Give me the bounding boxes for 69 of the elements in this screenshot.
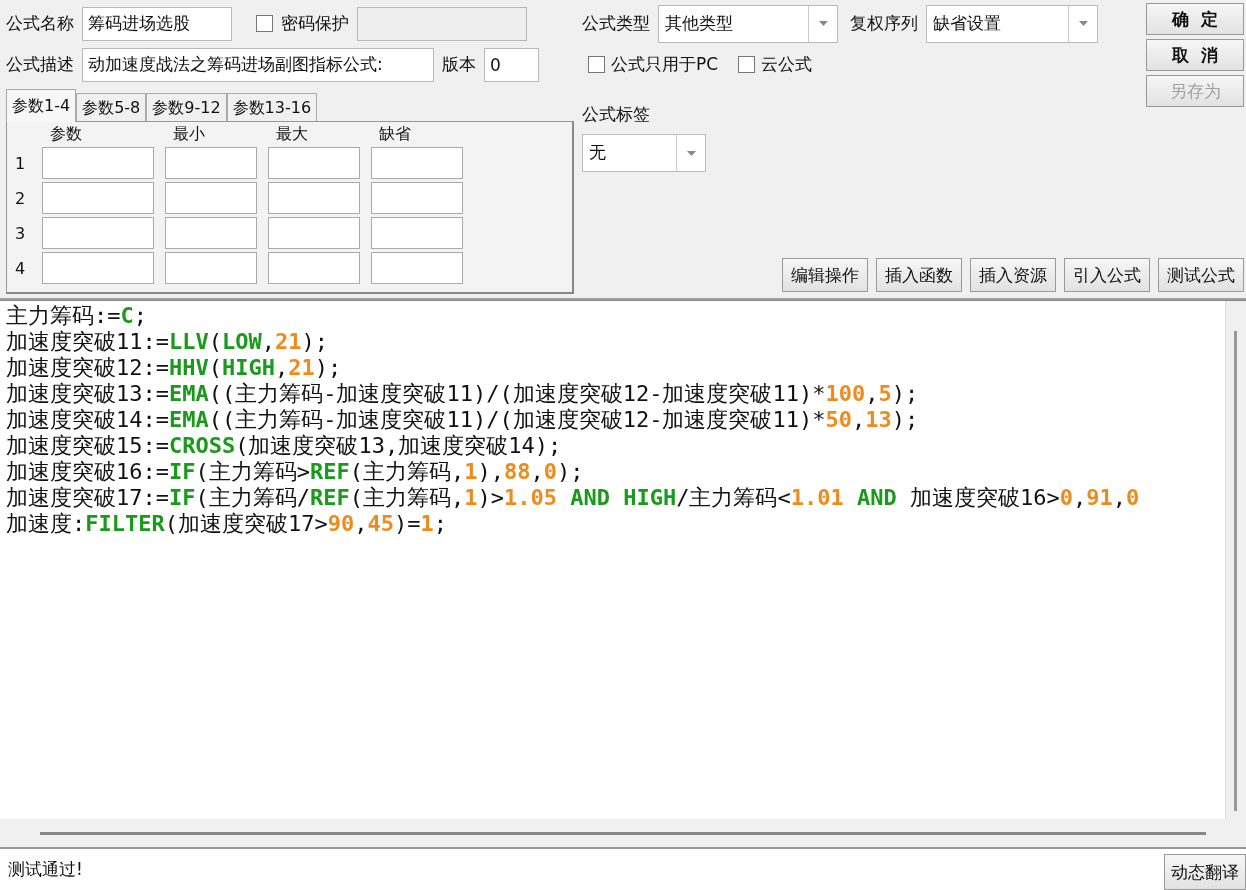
description-field[interactable]: 动加速度战法之筹码进场副图指标公式: [82,47,434,82]
formula-tag-label: 公式标签 [582,103,650,126]
param-field[interactable] [268,252,360,284]
adjust-series-label: 复权序列 [850,12,918,35]
code-line: 加速度突破14:=EMA((主力筹码-加速度突破11)/(加速度突破12-加速度突破11)*50,13); [6,407,920,433]
param-field[interactable] [268,147,360,179]
column-header: 参数 [49,124,83,144]
param-field[interactable] [165,147,257,179]
params-tab[interactable]: 参数9-12 [146,93,227,121]
formula-name-label: 公式名称 [6,12,74,35]
toolbar-button[interactable]: 插入资源 [970,258,1056,292]
param-field[interactable] [268,182,360,214]
toolbar-button[interactable]: 插入函数 [876,258,962,292]
code-line: 主力筹码:=C; [6,303,148,329]
param-field[interactable] [42,217,154,249]
param-field[interactable] [371,217,463,249]
formula-name-field[interactable]: 筹码进场选股 [82,6,232,41]
param-field[interactable] [268,217,360,249]
dialog-button[interactable]: 确 定 [1146,3,1244,35]
toolbar-button[interactable]: 编辑操作 [782,258,868,292]
adjust-series-dropdown[interactable]: 缺省设置 [926,4,1098,43]
formula-tag-dropdown[interactable]: 无 [582,134,706,172]
params-tab[interactable]: 参数13-16 [226,93,318,121]
param-field[interactable] [165,182,257,214]
params-tab[interactable]: 参数1-4 [6,89,77,122]
code-line: 加速度突破11:=LLV(LOW,21); [6,329,329,355]
description-label: 公式描述 [6,53,74,76]
dropdown-arrow-icon [818,21,828,26]
param-field[interactable] [42,147,154,179]
toolbar-button[interactable]: 测试公式 [1158,258,1244,292]
version-field[interactable]: 0 [484,47,539,82]
dialog-button[interactable]: 取 消 [1146,39,1244,71]
status-message: 测试通过! [8,858,83,881]
dropdown-arrow-icon [686,150,696,156]
code-line: 加速度:FILTER(加速度突破17>90,45)=1; [6,511,448,537]
param-field[interactable] [165,217,257,249]
column-header: 缺省 [378,124,412,144]
option-label: 云公式 [761,53,813,76]
param-field[interactable] [371,147,463,179]
row-number: 3 [15,223,27,243]
translate-button[interactable]: 动态翻译 [1164,854,1246,890]
code-editor[interactable] [0,300,1246,819]
password-label: 密码保护 [281,12,349,35]
code-line: 加速度突破15:=CROSS(加速度突破13,加速度突破14); [6,433,563,459]
password-checkbox[interactable] [256,15,273,32]
param-field[interactable] [371,182,463,214]
param-field[interactable] [42,252,154,284]
row-number: 4 [15,258,27,278]
dropdown-arrow-icon [1078,21,1088,26]
param-field[interactable] [165,252,257,284]
row-number: 1 [15,153,27,173]
param-field[interactable] [371,252,463,284]
code-line: 加速度突破12:=HHV(HIGH,21); [6,355,343,381]
code-line: 加速度突破13:=EMA((主力筹码-加速度突破11)/(加速度突破12-加速度突破11)*100,5); [6,381,920,407]
option-checkbox[interactable] [588,56,605,73]
formula-type-label: 公式类型 [582,12,650,35]
column-header: 最大 [275,124,309,144]
option-checkbox[interactable] [738,56,756,73]
column-header: 最小 [172,124,206,144]
code-line: 加速度突破16:=IF(主力筹码>REF(主力筹码,1),88,0); [6,459,585,485]
toolbar-button[interactable]: 引入公式 [1064,258,1150,292]
params-tab[interactable]: 参数5-8 [76,93,147,121]
param-field[interactable] [42,182,154,214]
row-number: 2 [15,188,27,208]
formula-type-dropdown[interactable]: 其他类型 [658,4,838,43]
version-label: 版本 [442,53,476,76]
option-label: 公式只用于PC [611,53,719,76]
code-line: 加速度突破17:=IF(主力筹码/REF(主力筹码,1)>1.05 AND HIGH/主力筹码<1.01 AND 加速度突破16>0,91,0 [6,485,1141,511]
vertical-scrollbar[interactable] [1225,301,1246,819]
